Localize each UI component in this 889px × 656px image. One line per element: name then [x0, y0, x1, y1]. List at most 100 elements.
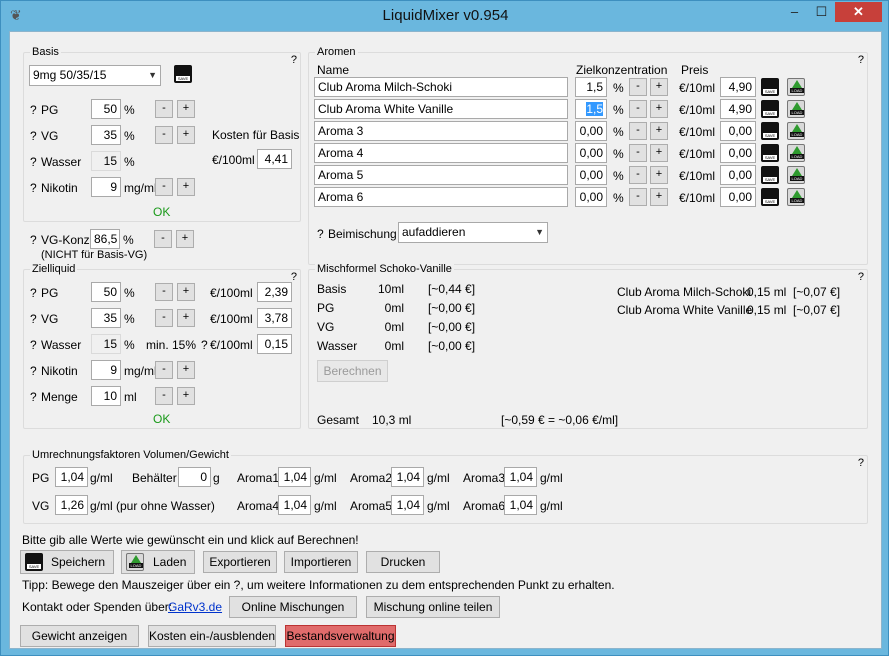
aroma-konz-input[interactable]: 1,5: [575, 77, 607, 97]
load-icon[interactable]: LOAD: [787, 122, 805, 140]
aromen-help[interactable]: ?: [858, 54, 864, 66]
ziel-pg-input[interactable]: 50: [91, 282, 121, 302]
title-bar[interactable]: ❦ LiquidMixer v0.954 – ☐ ✕: [1, 1, 889, 31]
importieren-button[interactable]: Importieren: [284, 551, 358, 573]
basis-pg-input[interactable]: 50: [91, 99, 121, 119]
ziel-pg-minus-button[interactable]: -: [155, 283, 173, 301]
speichern-button[interactable]: SAVE Speichern: [20, 550, 114, 574]
basis-vg-input[interactable]: 35: [91, 125, 121, 145]
kosten-button[interactable]: Kosten ein-/ausblenden: [148, 625, 276, 647]
gewicht-button[interactable]: Gewicht anzeigen: [20, 625, 139, 647]
basis-help[interactable]: ?: [291, 54, 297, 66]
aroma-minus-button[interactable]: -: [629, 122, 647, 140]
aroma-preis-input[interactable]: 0,00: [720, 143, 756, 163]
garv3-link[interactable]: GaRv3.de: [168, 600, 222, 614]
aroma6-factor-input[interactable]: 1,04: [504, 495, 537, 515]
maximize-button[interactable]: ☐: [808, 2, 835, 22]
ziel-vg-cost-input[interactable]: 3,78: [257, 308, 292, 328]
save-icon[interactable]: SAVE: [761, 166, 779, 184]
aroma-konz-input[interactable]: 1,5: [575, 99, 607, 119]
aroma-preis-input[interactable]: 4,90: [720, 77, 756, 97]
vgkonz-input[interactable]: 86,5: [90, 229, 120, 249]
aroma-preis-input[interactable]: 0,00: [720, 121, 756, 141]
pg-help[interactable]: ?: [30, 103, 37, 117]
bestandsverwaltung-button[interactable]: Bestandsverwaltung: [285, 625, 396, 647]
ziel-vg-plus-button[interactable]: +: [177, 309, 195, 327]
ziel-wasser-cost-input[interactable]: 0,15: [257, 334, 292, 354]
menge-minus-button[interactable]: -: [155, 387, 173, 405]
aroma-minus-button[interactable]: -: [629, 188, 647, 206]
aroma-minus-button[interactable]: -: [629, 78, 647, 96]
menge-plus-button[interactable]: +: [177, 387, 195, 405]
aroma3-factor-input[interactable]: 1,04: [504, 467, 537, 487]
save-icon[interactable]: SAVE: [761, 188, 779, 206]
aroma-preis-input[interactable]: 0,00: [720, 165, 756, 185]
umr-vg-input[interactable]: 1,26: [55, 495, 88, 515]
berechnen-button[interactable]: Berechnen: [317, 360, 388, 382]
load-icon[interactable]: LOAD: [787, 78, 805, 96]
vg-plus-button[interactable]: +: [177, 126, 195, 144]
ziel-pg-help[interactable]: ?: [30, 286, 37, 300]
laden-button[interactable]: LOAD Laden: [121, 550, 195, 574]
ziel-nikotin-help[interactable]: ?: [30, 364, 37, 378]
aroma-plus-button[interactable]: +: [650, 78, 668, 96]
ziel-vg-input[interactable]: 35: [91, 308, 121, 328]
aroma-minus-button[interactable]: -: [629, 100, 647, 118]
menge-help[interactable]: ?: [30, 390, 37, 404]
vgkonz-plus-button[interactable]: +: [176, 230, 194, 248]
ziel-wasser-cost-help[interactable]: ?: [201, 338, 208, 352]
load-icon[interactable]: LOAD: [787, 188, 805, 206]
nikotin-minus-button[interactable]: -: [155, 178, 173, 196]
aroma4-factor-input[interactable]: 1,04: [278, 495, 311, 515]
pg-plus-button[interactable]: +: [177, 100, 195, 118]
basis-nikotin-input[interactable]: 9: [91, 177, 121, 197]
aroma-name-input[interactable]: Aroma 5: [314, 165, 568, 185]
basis-preset-select[interactable]: 9mg 50/35/15 ▼: [29, 65, 161, 86]
menge-input[interactable]: 10: [91, 386, 121, 406]
behaelter-input[interactable]: 0: [178, 467, 211, 487]
minimize-button[interactable]: –: [781, 2, 808, 22]
save-icon[interactable]: SAVE: [761, 100, 779, 118]
aroma-plus-button[interactable]: +: [650, 166, 668, 184]
vgkonz-help[interactable]: ?: [30, 233, 37, 247]
nikotin-help[interactable]: ?: [30, 181, 37, 195]
aroma-plus-button[interactable]: +: [650, 144, 668, 162]
ziel-nikotin-input[interactable]: 9: [91, 360, 121, 380]
online-mischungen-button[interactable]: Online Mischungen: [229, 596, 357, 618]
load-icon[interactable]: LOAD: [787, 144, 805, 162]
exportieren-button[interactable]: Exportieren: [203, 551, 277, 573]
aroma1-factor-input[interactable]: 1,04: [278, 467, 311, 487]
aroma-plus-button[interactable]: +: [650, 122, 668, 140]
aroma-plus-button[interactable]: +: [650, 100, 668, 118]
save-icon[interactable]: SAVE: [761, 144, 779, 162]
nikotin-plus-button[interactable]: +: [177, 178, 195, 196]
wasser-help[interactable]: ?: [30, 155, 37, 169]
aroma-name-input[interactable]: Aroma 4: [314, 143, 568, 163]
mischformel-help[interactable]: ?: [858, 271, 864, 283]
ziel-nikotin-plus-button[interactable]: +: [177, 361, 195, 379]
aroma-preis-input[interactable]: 0,00: [720, 187, 756, 207]
aroma5-factor-input[interactable]: 1,04: [391, 495, 424, 515]
aroma-minus-button[interactable]: -: [629, 144, 647, 162]
save-icon[interactable]: SAVE: [761, 78, 779, 96]
drucken-button[interactable]: Drucken: [366, 551, 440, 573]
ziel-pg-cost-input[interactable]: 2,39: [257, 282, 292, 302]
umrechnung-help[interactable]: ?: [858, 457, 864, 469]
save-icon[interactable]: SAVE: [174, 65, 192, 83]
ziel-nikotin-minus-button[interactable]: -: [155, 361, 173, 379]
load-icon[interactable]: LOAD: [787, 100, 805, 118]
aroma-name-input[interactable]: Club Aroma Milch-Schoki: [314, 77, 568, 97]
beimischung-help[interactable]: ?: [317, 227, 324, 241]
load-icon[interactable]: LOAD: [787, 166, 805, 184]
umr-pg-input[interactable]: 1,04: [55, 467, 88, 487]
aroma-konz-input[interactable]: 0,00: [575, 143, 607, 163]
ziel-wasser-help[interactable]: ?: [30, 338, 37, 352]
vg-minus-button[interactable]: -: [155, 126, 173, 144]
aroma-plus-button[interactable]: +: [650, 188, 668, 206]
basis-kosten-input[interactable]: 4,41: [257, 149, 292, 169]
save-icon[interactable]: SAVE: [761, 122, 779, 140]
aroma-konz-input[interactable]: 0,00: [575, 121, 607, 141]
mischung-teilen-button[interactable]: Mischung online teilen: [366, 596, 500, 618]
beimischung-select[interactable]: aufaddieren ▼: [398, 222, 548, 243]
vgkonz-minus-button[interactable]: -: [154, 230, 172, 248]
